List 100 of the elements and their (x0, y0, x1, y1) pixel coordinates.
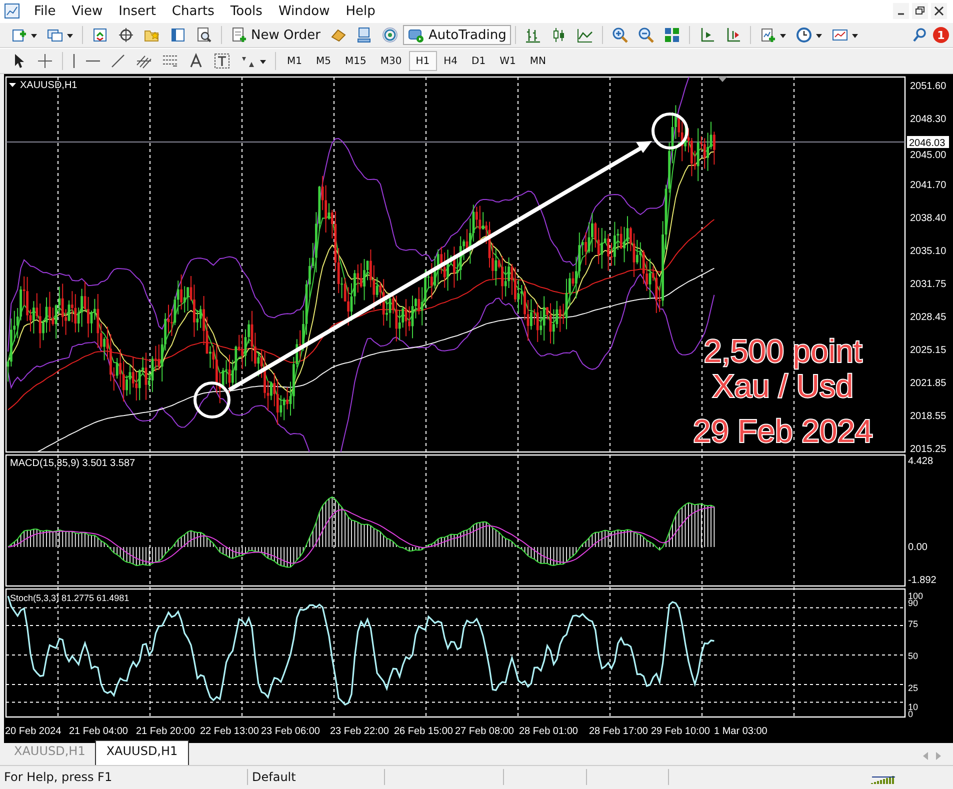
timeframe-button[interactable]: M15 (338, 51, 374, 71)
caret-icon (779, 31, 786, 39)
price-axis-label: 2045.00 (910, 150, 946, 161)
autoscroll-icon (699, 27, 716, 43)
restore-icon[interactable] (912, 3, 928, 19)
circle-marker (194, 382, 230, 418)
macd-axis-label: -1.892 (908, 575, 936, 586)
timeframe-button[interactable]: H4 (436, 51, 464, 71)
price-axis-label: 2031.75 (910, 279, 946, 290)
price-axis-label: 2038.40 (910, 213, 946, 224)
caret-icon (815, 31, 822, 39)
current-price-tag: 2046.03 (907, 136, 949, 149)
time-axis-label: 26 Feb 15:00 (394, 726, 453, 737)
new-chart-icon (11, 27, 27, 43)
line-chart-icon (577, 27, 594, 43)
fibonacci-icon (162, 53, 178, 69)
macd-axis-label: 0.00 (908, 542, 928, 553)
time-axis-label: 29 Feb 10:00 (651, 726, 710, 737)
menu-item[interactable]: Help (338, 2, 384, 20)
menu-item[interactable]: Insert (110, 2, 164, 20)
notification-badge[interactable]: 1 (933, 27, 949, 43)
menu-item[interactable]: Charts (164, 2, 222, 20)
timeframe-button[interactable]: MN (522, 51, 553, 71)
menu-item[interactable]: Tools (222, 2, 270, 20)
timeframe-button[interactable]: D1 (464, 51, 493, 71)
autotrading-button[interactable]: AutoTrading (403, 25, 512, 45)
caret-icon (259, 57, 266, 65)
zoom-out-icon (638, 27, 654, 43)
time-axis-label: 28 Feb 17:00 (589, 726, 648, 737)
text-icon (188, 53, 204, 69)
timeframe-button[interactable]: M5 (309, 51, 338, 71)
time-axis-label: 27 Feb 08:00 (455, 726, 514, 737)
time-axis-label: 22 Feb 13:00 (200, 726, 259, 737)
price-axis-label: 2025.15 (910, 345, 946, 356)
magnifier-document-icon (196, 27, 212, 43)
bar-chart-icon (525, 27, 542, 43)
chart-window-icon[interactable] (4, 3, 20, 19)
crosshair-icon (118, 27, 134, 43)
server-icon (356, 27, 372, 43)
price-axis-label: 2041.70 (910, 180, 946, 191)
market-watch-icon (92, 27, 108, 43)
stochastic-label: Stoch(5,3,3) 81.2775 61.4981 (10, 593, 130, 603)
macd-label: MACD(15,35,9) 3.501 3.587 (10, 458, 136, 469)
menu-item[interactable]: File (26, 2, 64, 20)
text-label-icon (214, 53, 230, 69)
clock-icon (796, 27, 812, 43)
stochastic-axis-label: 90 (908, 598, 918, 608)
add-indicator-icon (760, 27, 776, 43)
stochastic-axis-label: 0 (908, 709, 914, 719)
close-icon[interactable] (931, 3, 947, 19)
price-axis-label: 2048.30 (910, 114, 946, 125)
timeframe-button[interactable]: W1 (492, 51, 523, 71)
time-axis-label: 28 Feb 01:00 (519, 726, 578, 737)
chart-tab[interactable]: XAUUSD,H1 (95, 740, 189, 765)
autotrading-icon (408, 27, 424, 43)
price-axis-label: 2015.25 (910, 444, 946, 455)
price-axis-label: 2028.45 (910, 312, 946, 323)
circle-marker (652, 112, 688, 150)
time-axis-label: 20 Feb 2024 (5, 726, 62, 737)
timeframe-button[interactable]: M30 (373, 51, 409, 71)
menu-item[interactable]: View (64, 2, 111, 20)
price-axis-label: 2035.10 (910, 246, 946, 257)
timeframe-button[interactable]: M1 (280, 51, 309, 71)
profiles-icon (47, 27, 63, 43)
terminal-icon (170, 27, 186, 43)
broadcast-icon (382, 27, 398, 43)
timeframe-button[interactable]: H1 (408, 51, 437, 71)
chart-title: XAUUSD,H1 (20, 80, 78, 91)
stochastic-axis-label: 50 (908, 651, 918, 661)
caret-icon[interactable] (9, 83, 16, 87)
minimize-icon[interactable] (893, 3, 909, 19)
caret-icon (66, 31, 73, 39)
chart-shift-marker-icon[interactable] (718, 77, 727, 82)
trendline-icon (110, 53, 126, 69)
new-order-button[interactable]: New Order (226, 25, 326, 45)
stochastic-axis-label: 10 (908, 702, 918, 712)
price-axis-label: 2018.55 (910, 411, 946, 422)
annotation-text: 2,500 point (704, 333, 862, 369)
annotation-text: Xau / Usd (712, 368, 854, 404)
new-order-icon (231, 27, 247, 43)
stochastic-axis-label: 75 (908, 619, 918, 629)
price-axis-label: 2021.85 (910, 378, 946, 389)
ingot-icon (330, 27, 346, 43)
stochastic-axis-label: 100 (908, 591, 924, 601)
template-icon (832, 27, 848, 43)
caret-icon (30, 31, 37, 39)
search-icon (912, 27, 928, 43)
time-axis-label: 23 Feb 06:00 (261, 726, 320, 737)
time-axis-label: 1 Mar 03:00 (714, 726, 768, 737)
price-axis-label: 2051.60 (910, 81, 946, 92)
time-axis-label: 21 Feb 04:00 (69, 726, 128, 737)
time-axis-label: 21 Feb 20:00 (136, 726, 195, 737)
time-axis-label: 23 Feb 22:00 (330, 726, 389, 737)
equidistant-channel-icon (136, 53, 152, 69)
macd-axis-label: 4.428 (908, 456, 934, 467)
crosshair-icon (37, 53, 53, 69)
horizontal-line-icon (86, 59, 100, 63)
menu-item[interactable]: Window (270, 2, 338, 20)
tile-windows-icon (664, 27, 680, 43)
stochastic-axis-label: 25 (908, 683, 918, 693)
